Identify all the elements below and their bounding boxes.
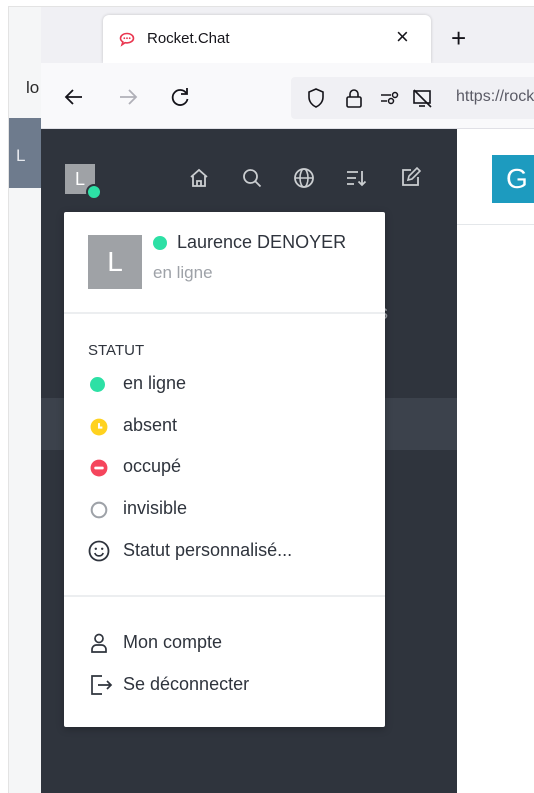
- url-text[interactable]: https://rocket.: [456, 88, 534, 106]
- user-avatar: L: [88, 235, 142, 289]
- browser-tab-title: Rocket.Chat: [147, 30, 230, 47]
- search-icon[interactable]: [240, 166, 264, 190]
- blocked-media-icon[interactable]: [411, 87, 433, 109]
- logout-icon: [91, 675, 113, 695]
- status-away-option[interactable]: absent: [84, 409, 374, 443]
- online-status-icon: [90, 377, 105, 392]
- smiley-icon: [88, 540, 110, 562]
- browser-tab-strip: Rocket.Chat × +: [41, 7, 534, 63]
- rocket-chat-favicon-icon: [119, 32, 135, 47]
- status-option-label: absent: [123, 415, 178, 435]
- menu-divider: [64, 312, 385, 314]
- main-content-area: G: [457, 129, 534, 793]
- header-button[interactable]: G: [492, 155, 534, 203]
- status-invisible-option[interactable]: invisible: [84, 492, 374, 526]
- header-divider: [457, 224, 534, 225]
- screenshot-frame: lo L Rocket.Chat × + https://rock L G L …: [0, 0, 534, 793]
- home-icon[interactable]: [187, 166, 211, 190]
- logout-item[interactable]: Se déconnecter: [84, 668, 374, 702]
- my-account-item[interactable]: Mon compte: [84, 626, 374, 660]
- user-name: Laurence DENOYER: [177, 232, 347, 252]
- busy-icon: [90, 459, 108, 477]
- status-section-title: STATUT: [88, 342, 145, 359]
- status-option-label: en ligne: [123, 373, 187, 393]
- status-option-label: occupé: [123, 456, 182, 476]
- status-option-label: invisible: [123, 498, 188, 518]
- my-account-label: Mon compte: [123, 632, 223, 652]
- tab-close-icon[interactable]: ×: [396, 26, 409, 48]
- forward-arrow-icon[interactable]: [115, 84, 141, 110]
- logout-label: Se déconnecter: [123, 674, 250, 694]
- browser-tab-rocket-chat[interactable]: Rocket.Chat ×: [103, 15, 431, 63]
- create-new-icon[interactable]: [398, 166, 422, 190]
- reload-icon[interactable]: [167, 84, 193, 110]
- directory-globe-icon[interactable]: [292, 166, 316, 190]
- permissions-icon[interactable]: [379, 87, 401, 109]
- online-status-dot: [153, 236, 167, 250]
- status-busy-option[interactable]: occupé: [84, 450, 374, 484]
- online-status-dot: [86, 184, 102, 200]
- user-status-text: en ligne: [153, 263, 213, 282]
- back-arrow-icon[interactable]: [61, 84, 87, 110]
- sort-icon[interactable]: [344, 166, 368, 190]
- custom-status-option[interactable]: Statut personnalisé...: [84, 534, 374, 568]
- background-window-text: lo: [26, 78, 40, 97]
- new-tab-icon[interactable]: +: [451, 25, 466, 51]
- user-icon: [91, 633, 107, 653]
- browser-navigation-bar: https://rocket.: [41, 63, 534, 129]
- custom-status-label: Statut personnalisé...: [123, 540, 293, 560]
- shield-icon[interactable]: [305, 87, 327, 109]
- user-status-menu: L Laurence DENOYER en ligne STATUT en li…: [64, 212, 385, 727]
- background-window-letter: L: [16, 146, 26, 165]
- invisible-status-icon: [90, 501, 108, 519]
- url-bar[interactable]: https://rocket.: [291, 77, 534, 119]
- menu-divider: [64, 595, 385, 597]
- away-clock-icon: [90, 418, 108, 436]
- lock-icon[interactable]: [343, 87, 365, 109]
- status-online-option[interactable]: en ligne: [84, 367, 374, 401]
